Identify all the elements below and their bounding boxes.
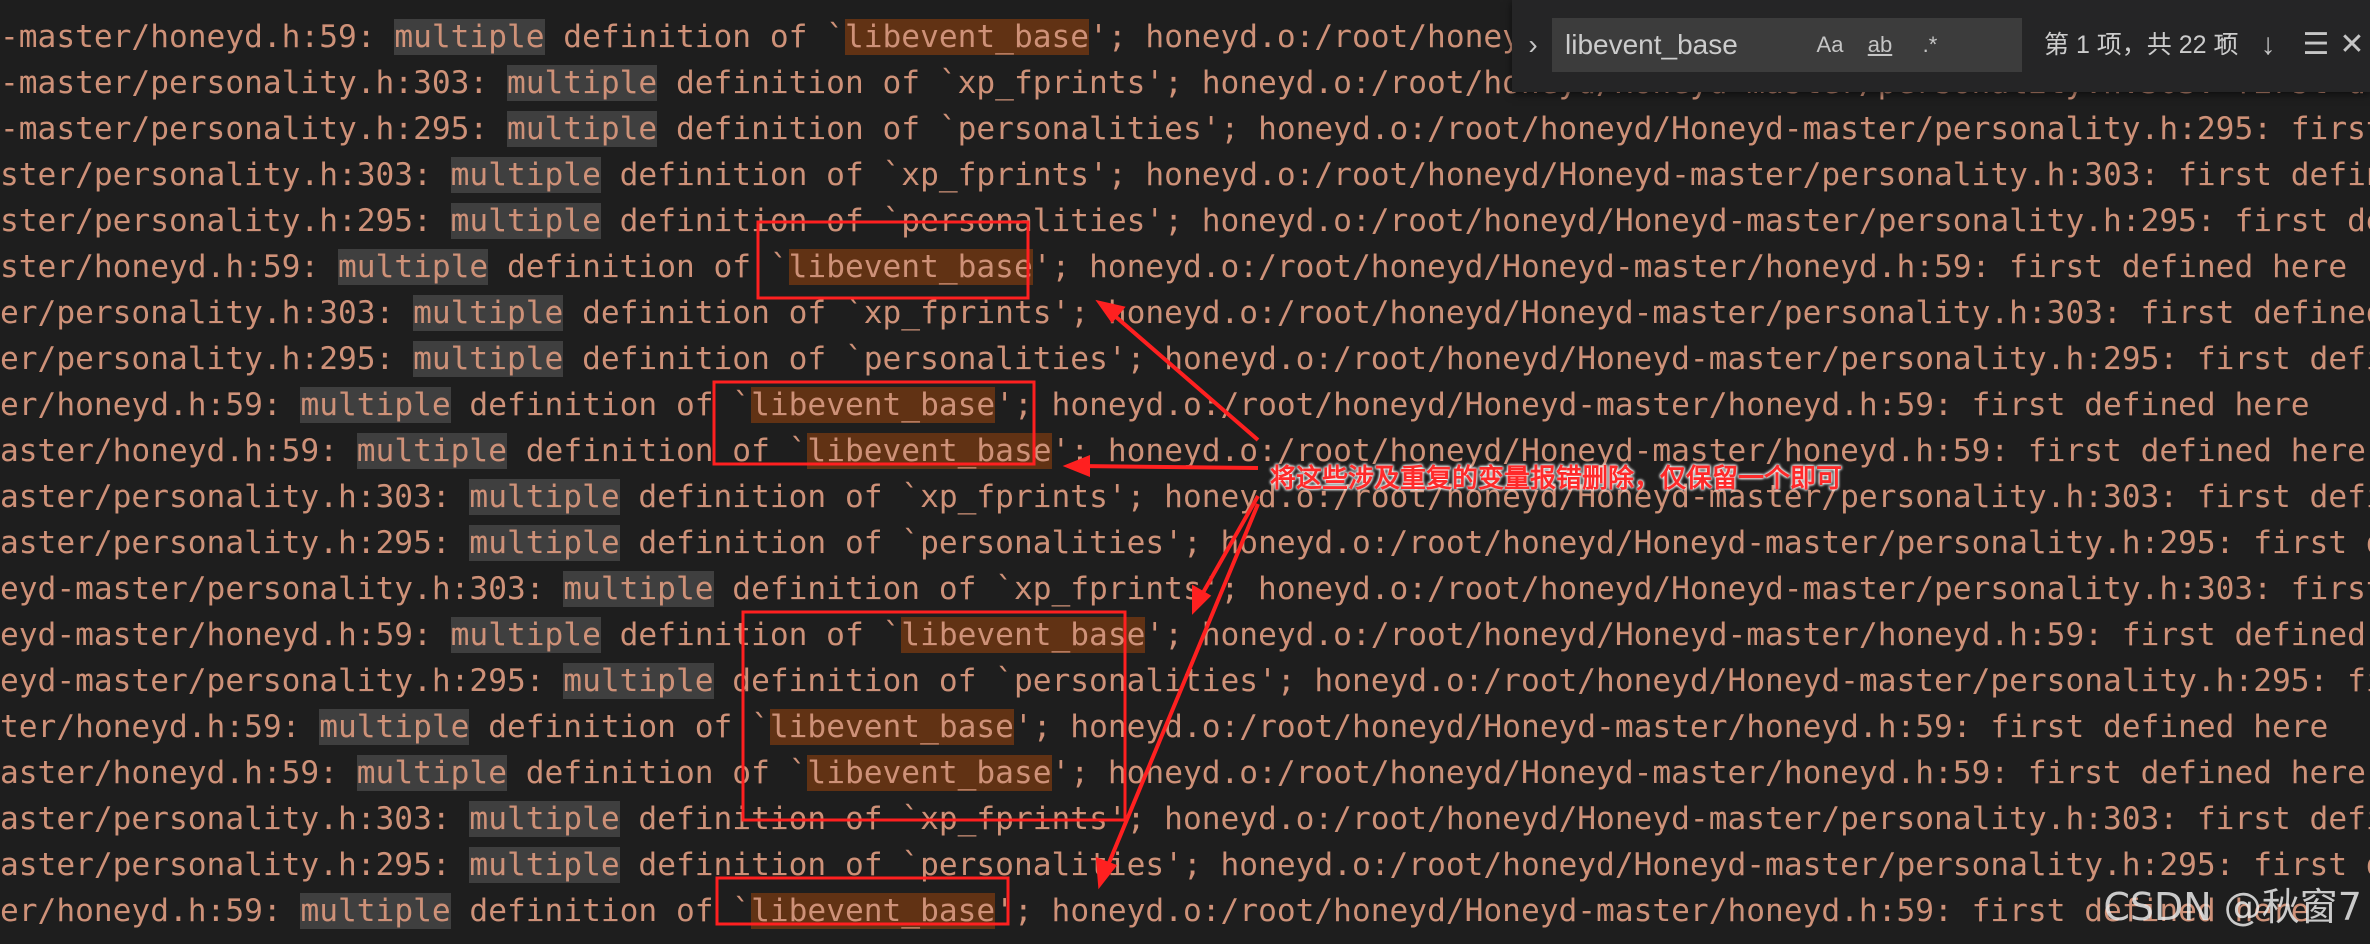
annotation-arrowhead [1062,455,1090,477]
annotation-overlay [712,220,1260,926]
annotation-arrowhead [1095,857,1118,890]
annotation-arrow [1198,495,1260,599]
annotation-box [741,610,1127,822]
annotation-arrow [1104,503,1260,871]
annotation-arrow [1106,308,1260,442]
annotation-box [756,220,1030,300]
annotation-box [712,380,1036,466]
annotation-note: 将这些涉及重复的变量报错删除，仅保留一个即可 [1270,464,1843,494]
annotation-arrow [1077,464,1259,470]
annotation-box [715,876,1010,926]
watermark: CSDN @秋窗7 [2103,885,2362,929]
